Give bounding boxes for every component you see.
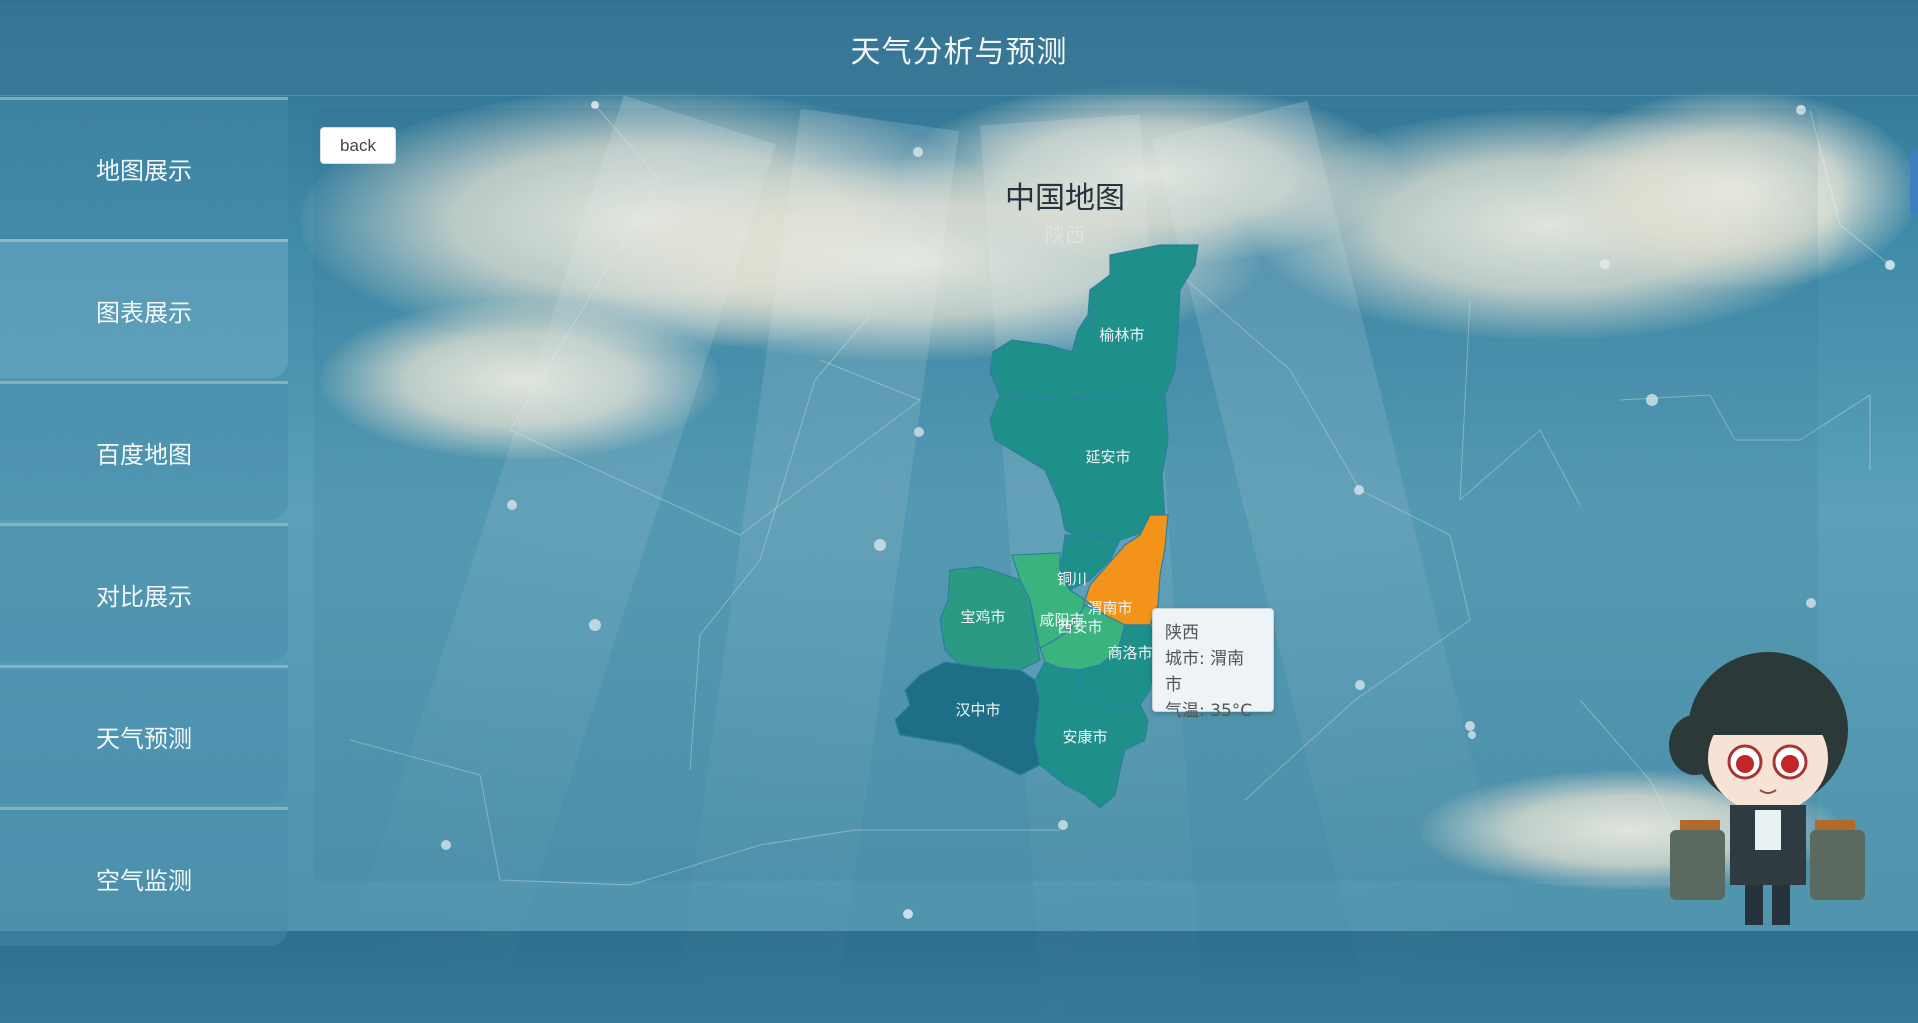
city-label-xian: 西安市 xyxy=(1057,618,1102,636)
map-tooltip: 陕西 城市: 渭南市 气温: 35°C xyxy=(1152,608,1274,721)
tooltip-city: 城市: 渭南市 xyxy=(1165,649,1245,695)
city-label-ankang: 安康市 xyxy=(1062,728,1107,746)
city-label-hanzhong: 汉中市 xyxy=(955,701,1000,719)
city-label-weinan: 渭南市 xyxy=(1087,599,1132,617)
scrollbar-thumb[interactable] xyxy=(1910,150,1918,215)
city-label-baoji: 宝鸡市 xyxy=(960,608,1005,626)
region-yulin[interactable] xyxy=(989,244,1199,401)
city-label-shangluo: 商洛市 xyxy=(1107,644,1152,662)
city-label-yanan: 延安市 xyxy=(1085,448,1130,466)
tooltip-temperature: 气温: 35°C xyxy=(1165,701,1253,721)
city-label-yulin: 榆林市 xyxy=(1099,326,1144,344)
city-label-tongchuan: 铜川 xyxy=(1057,570,1087,588)
mascot-character-image[interactable] xyxy=(1660,640,1875,931)
shaanxi-map: 榆林市 延安市 铜川 渭南市 宝鸡市 咸阳市 西安市 商洛市 汉中市 安康市 xyxy=(894,244,1199,809)
tooltip-province: 陕西 xyxy=(1165,623,1199,643)
region-yanan[interactable] xyxy=(989,394,1169,541)
